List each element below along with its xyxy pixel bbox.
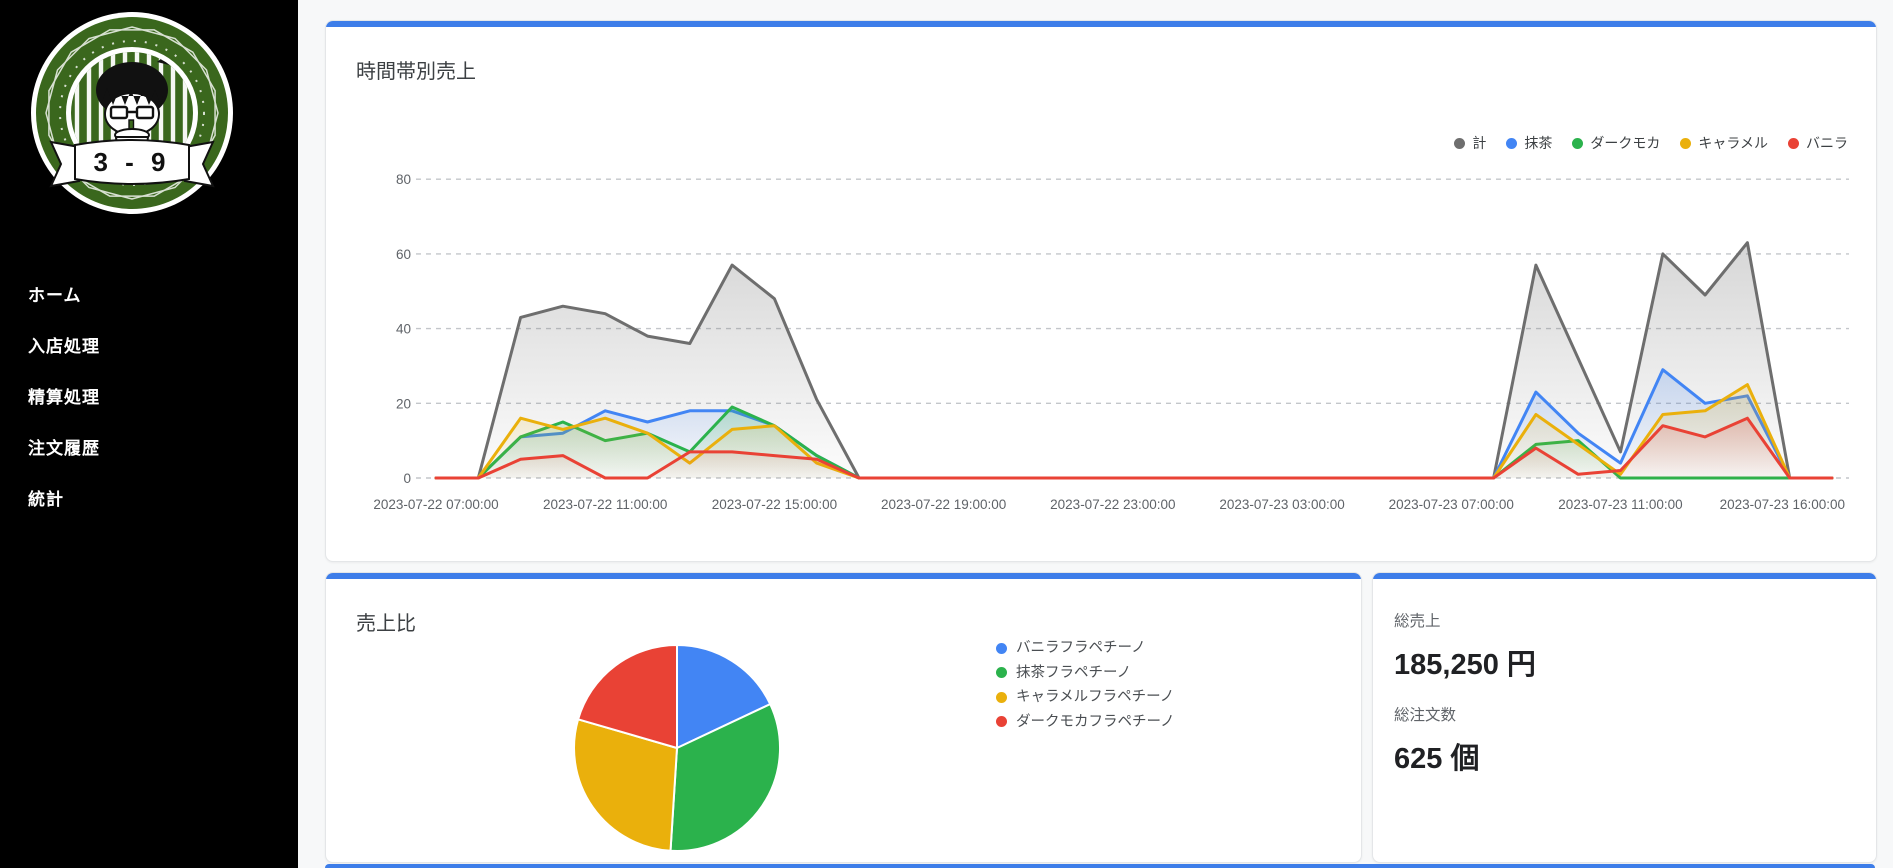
- legend-item[interactable]: ダークモカ: [1572, 133, 1660, 153]
- sales-ratio-legend: バニラフラペチーノ抹茶フラペチーノキャラメルフラペチーノダークモカフラペチーノ: [996, 641, 1175, 729]
- logo-text: 3 - 9: [93, 147, 170, 177]
- total-sales-value: 185,250 円: [1394, 641, 1852, 683]
- sales-ratio-card: 売上比 バニラフラペチーノ抹茶フラペチーノキャラメルフラペチーノダークモカフラペ…: [325, 572, 1362, 863]
- legend-dot-icon: [1572, 138, 1583, 149]
- legend-item[interactable]: 抹茶: [1506, 133, 1552, 153]
- legend-dot-icon: [1506, 138, 1517, 149]
- total-orders-label: 総注文数: [1394, 703, 1852, 725]
- x-tick-label: 2023-07-22 11:00:00: [543, 497, 667, 512]
- sidebar-item-order-history[interactable]: 注文履歴: [0, 423, 298, 474]
- y-tick-label: 20: [396, 396, 411, 411]
- card-accent-bar: [1372, 572, 1877, 579]
- sidebar-item-checkout[interactable]: 精算処理: [0, 372, 298, 423]
- legend-dot-icon: [996, 716, 1007, 727]
- card-accent-bar: [325, 20, 1877, 27]
- sidebar-item-home[interactable]: ホーム: [0, 270, 298, 321]
- legend-dot-icon: [996, 643, 1007, 654]
- y-tick-label: 40: [396, 322, 411, 337]
- legend-dot-icon: [996, 692, 1007, 703]
- logo-badge-icon: 3 - 9: [27, 8, 237, 220]
- y-tick-label: 80: [396, 172, 411, 187]
- legend-label: ダークモカ: [1590, 133, 1660, 153]
- legend-label: 抹茶: [1524, 133, 1552, 153]
- total-sales-label: 総売上: [1394, 609, 1852, 631]
- shop-logo[interactable]: 3 - 9: [27, 8, 237, 220]
- legend-item[interactable]: キャラメルフラペチーノ: [996, 690, 1175, 705]
- sidebar-item-stats[interactable]: 統計: [0, 474, 298, 525]
- legend-item[interactable]: ダークモカフラペチーノ: [996, 715, 1175, 730]
- x-tick-label: 2023-07-22 15:00:00: [712, 497, 837, 512]
- hourly-sales-card: 時間帯別売上 計 抹茶 ダークモカ キャラメル バニラ 0 20 40 60 80 2023-07…: [325, 20, 1877, 562]
- legend-dot-icon: [1680, 138, 1691, 149]
- hourly-sales-legend: 計 抹茶 ダークモカ キャラメル バニラ: [1454, 133, 1848, 153]
- hourly-sales-chart[interactable]: 0 20 40 60 80 2023-07-22 07:00:00 2023-07-22 1…: [341, 171, 1861, 521]
- next-card-top-accent-bar: [325, 864, 1875, 868]
- x-tick-label: 2023-07-23 07:00:00: [1389, 497, 1514, 512]
- totals-card: 総売上 185,250 円 総注文数 625 個: [1372, 572, 1877, 863]
- x-tick-label: 2023-07-23 11:00:00: [1558, 497, 1682, 512]
- legend-dot-icon: [996, 667, 1007, 678]
- legend-dot-icon: [1788, 138, 1799, 149]
- legend-item[interactable]: キャラメル: [1680, 133, 1768, 153]
- sidebar-nav: ホーム 入店処理 精算処理 注文履歴 統計: [0, 270, 298, 525]
- legend-label: ダークモカフラペチーノ: [1016, 715, 1175, 730]
- x-tick-label: 2023-07-23 16:00:00: [1720, 497, 1845, 512]
- y-tick-label: 60: [396, 247, 411, 262]
- legend-label: バニラ: [1806, 133, 1848, 153]
- x-tick-label: 2023-07-22 19:00:00: [881, 497, 1006, 512]
- legend-label: バニラフラペチーノ: [1016, 641, 1146, 656]
- sales-ratio-title: 売上比: [326, 579, 1361, 636]
- main-content: 時間帯別売上 計 抹茶 ダークモカ キャラメル バニラ 0 20 40 60 80 2023-07…: [298, 0, 1893, 868]
- sales-ratio-pie-chart[interactable]: [567, 638, 787, 858]
- sidebar-item-checkin[interactable]: 入店処理: [0, 321, 298, 372]
- legend-dot-icon: [1454, 138, 1465, 149]
- x-tick-label: 2023-07-23 03:00:00: [1219, 497, 1344, 512]
- legend-label: 抹茶フラペチーノ: [1016, 666, 1131, 681]
- legend-item[interactable]: バニラフラペチーノ: [996, 641, 1175, 656]
- legend-label: キャラメル: [1698, 133, 1768, 153]
- legend-label: 計: [1472, 133, 1486, 153]
- x-tick-label: 2023-07-22 07:00:00: [373, 497, 498, 512]
- legend-item[interactable]: 抹茶フラペチーノ: [996, 666, 1175, 681]
- sidebar: 3 - 9 ホーム 入店処理 精算処理 注文履歴 統計: [0, 0, 298, 868]
- logo-ribbon: 3 - 9: [51, 140, 213, 186]
- x-tick-label: 2023-07-22 23:00:00: [1050, 497, 1175, 512]
- hourly-sales-title: 時間帯別売上: [326, 27, 1876, 84]
- y-tick-label: 0: [403, 471, 411, 486]
- legend-label: キャラメルフラペチーノ: [1016, 690, 1174, 705]
- card-accent-bar: [325, 572, 1362, 579]
- legend-item[interactable]: 計: [1454, 133, 1486, 153]
- legend-item[interactable]: バニラ: [1788, 133, 1848, 153]
- total-orders-value: 625 個: [1394, 735, 1852, 777]
